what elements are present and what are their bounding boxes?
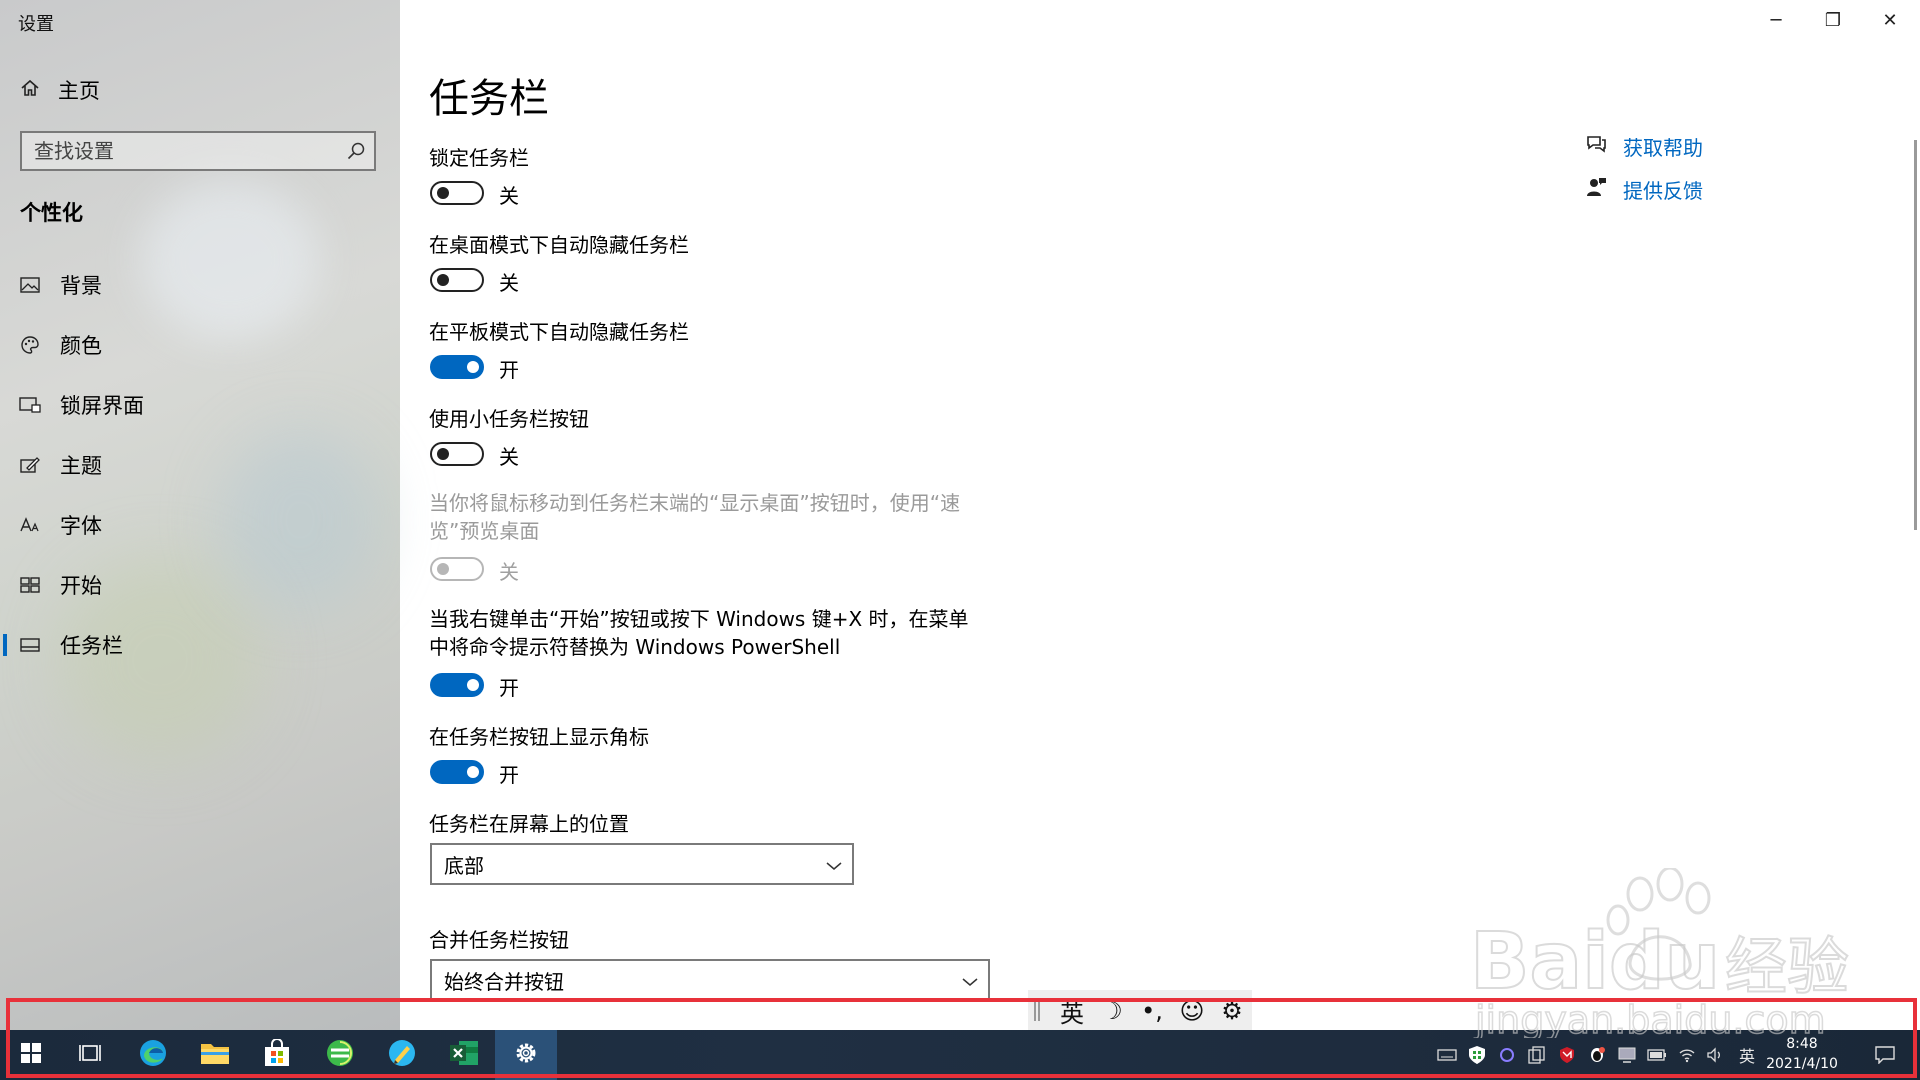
toggle-state-text: 开 [499, 676, 519, 700]
sidebar-item-label: 字体 [60, 514, 102, 538]
feedback-label: 提供反馈 [1623, 179, 1703, 203]
sidebar-item-label: 背景 [60, 274, 102, 298]
setting-label-line: 当你将鼠标移动到任务栏末端的“显示桌面”按钮时，使用“速 [429, 491, 961, 515]
sidebar-item-taskbar[interactable]: 任务栏 [0, 625, 400, 665]
sidebar-item-background[interactable]: 背景 [0, 265, 400, 305]
sidebar-item-themes[interactable]: 主题 [0, 445, 400, 485]
font-icon [18, 516, 42, 534]
toggle-powershell[interactable] [430, 673, 484, 697]
chevron-down-icon [962, 968, 978, 992]
position-dropdown[interactable]: 底部 [430, 843, 854, 885]
feedback-link[interactable]: 提供反馈 [1585, 175, 1703, 204]
toggle-lock-taskbar[interactable] [430, 181, 484, 205]
setting-label-small-buttons: 使用小任务栏按钮 [429, 407, 589, 431]
setting-label-lock-taskbar: 锁定任务栏 [429, 146, 529, 170]
combine-dropdown[interactable]: 始终合并按钮 [430, 959, 990, 1001]
setting-label-badges: 在任务栏按钮上显示角标 [429, 725, 649, 749]
sidebar-item-label: 颜色 [60, 334, 102, 358]
search-input[interactable] [22, 139, 346, 163]
dropdown-value: 始终合并按钮 [444, 969, 564, 994]
baidu-watermark: Baidu 经验 jingyan.baidu.com [1469, 866, 1890, 1043]
taskbar-icon [18, 638, 42, 652]
feedback-person-icon [1585, 177, 1607, 202]
start-grid-icon [18, 577, 42, 593]
setting-label-powershell: 当我右键单击“开始”按钮或按下 Windows 键+X 时，在菜单 中将命令提示… [429, 605, 1009, 661]
home-nav-item[interactable]: 主页 [20, 76, 100, 104]
lock-screen-icon [18, 396, 42, 414]
toggle-state-text: 关 [499, 271, 519, 295]
get-help-link[interactable]: 获取帮助 [1585, 132, 1703, 161]
setting-label-line: 中将命令提示符替换为 Windows PowerShell [429, 635, 841, 659]
home-label: 主页 [58, 79, 100, 103]
sidebar-item-label: 任务栏 [60, 634, 123, 658]
close-button[interactable]: ✕ [1867, 6, 1913, 34]
setting-label-autohide-tablet: 在平板模式下自动隐藏任务栏 [429, 320, 689, 344]
toggle-state-text: 关 [499, 445, 519, 469]
restore-button[interactable]: ❐ [1810, 6, 1856, 34]
toggle-state-text: 关 [499, 184, 519, 208]
sidebar-item-start[interactable]: 开始 [0, 565, 400, 605]
toggle-state-text: 开 [499, 763, 519, 787]
sidebar-item-colors[interactable]: 颜色 [0, 325, 400, 365]
image-icon [18, 277, 42, 293]
get-help-label: 获取帮助 [1623, 136, 1703, 160]
dropdown-value: 底部 [444, 853, 484, 878]
minimize-button[interactable]: ─ [1753, 6, 1799, 34]
palette-icon [18, 335, 42, 355]
sidebar-item-label: 开始 [60, 574, 102, 598]
page-title: 任务栏 [429, 76, 549, 122]
svg-text:jingyan.baidu.com: jingyan.baidu.com [1474, 998, 1826, 1038]
search-box[interactable] [20, 131, 376, 171]
sidebar-item-label: 主题 [60, 454, 102, 478]
scrollbar[interactable] [1914, 140, 1917, 530]
toggle-state-text: 关 [499, 560, 519, 584]
sidebar-item-lock-screen[interactable]: 锁屏界面 [0, 385, 400, 425]
chevron-down-icon [826, 852, 842, 876]
setting-label-autohide-desktop: 在桌面模式下自动隐藏任务栏 [429, 233, 689, 257]
setting-label-line: 览”预览桌面 [429, 519, 540, 543]
sidebar-item-fonts[interactable]: 字体 [0, 505, 400, 545]
window-title: 设置 [18, 14, 54, 35]
chat-help-icon [1585, 134, 1607, 159]
combine-label: 合并任务栏按钮 [429, 928, 569, 952]
toggle-peek [430, 557, 484, 581]
toggle-state-text: 开 [499, 358, 519, 382]
toggle-badges[interactable] [430, 760, 484, 784]
svg-text:Baidu: Baidu [1470, 917, 1720, 1007]
toggle-autohide-tablet[interactable] [430, 355, 484, 379]
setting-label-peek: 当你将鼠标移动到任务栏末端的“显示桌面”按钮时，使用“速 览”预览桌面 [429, 489, 989, 545]
sidebar-item-label: 锁屏界面 [60, 394, 144, 418]
toggle-autohide-desktop[interactable] [430, 268, 484, 292]
section-title: 个性化 [20, 201, 83, 225]
toggle-small-buttons[interactable] [430, 442, 484, 466]
home-icon [20, 78, 40, 103]
theme-brush-icon [18, 455, 42, 475]
search-icon[interactable] [346, 141, 366, 161]
position-label: 任务栏在屏幕上的位置 [429, 812, 629, 836]
svg-text:经验: 经验 [1725, 930, 1849, 1003]
setting-label-line: 当我右键单击“开始”按钮或按下 Windows 键+X 时，在菜单 [429, 607, 969, 631]
